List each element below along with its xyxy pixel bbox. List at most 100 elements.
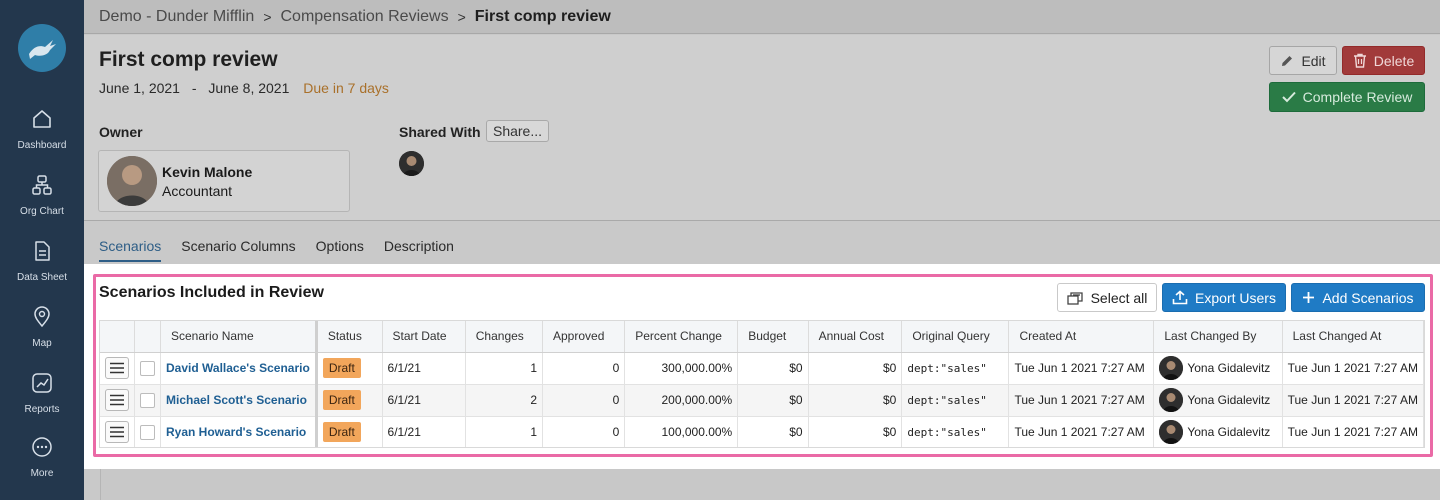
complete-review-button[interactable]: Complete Review: [1269, 82, 1425, 112]
created-at-cell: Tue Jun 1 2021 7:27 AM: [1008, 416, 1155, 447]
owner-card: Kevin Malone Accountant: [98, 150, 350, 212]
percent-change-cell: 200,000.00%: [624, 384, 739, 417]
delete-label: Delete: [1373, 52, 1415, 69]
breadcrumb-separator: >: [263, 8, 272, 25]
sidebar-item-label: Data Sheet: [16, 272, 68, 283]
sidebar-item-more[interactable]: More: [0, 436, 84, 492]
column-header[interactable]: Status: [316, 321, 383, 353]
scenario-name-link[interactable]: Michael Scott's Scenario: [166, 393, 307, 407]
hamburger-icon: [110, 394, 124, 406]
review-tabs: Scenarios Scenario Columns Options Descr…: [99, 238, 454, 262]
annual-cost-cell: $0: [808, 416, 903, 447]
row-checkbox[interactable]: [140, 392, 155, 408]
column-header[interactable]: Created At: [1008, 321, 1155, 353]
export-users-label: Export Users: [1195, 289, 1276, 306]
column-header[interactable]: Budget: [737, 321, 809, 353]
row-checkbox[interactable]: [140, 360, 155, 376]
panel-title: Scenarios Included in Review: [99, 284, 324, 301]
avatar[interactable]: [399, 151, 424, 176]
start-date-cell: 6/1/21: [382, 352, 466, 385]
avatar: [107, 156, 157, 206]
row-checkbox[interactable]: [140, 424, 155, 440]
annual-cost-cell: $0: [808, 352, 903, 385]
owner-name: Kevin Malone: [162, 164, 253, 180]
last-changed-at-cell: Tue Jun 1 2021 7:27 AM: [1282, 416, 1424, 447]
breadcrumb-item[interactable]: Compensation Reviews: [281, 8, 449, 26]
edit-button[interactable]: Edit: [1269, 46, 1337, 75]
breadcrumb-item[interactable]: Demo - Dunder Mifflin: [99, 8, 254, 26]
status-badge: Draft: [322, 358, 361, 378]
breadcrumb-current: First comp review: [474, 7, 611, 25]
breadcrumb-separator: >: [457, 8, 466, 25]
tab-options[interactable]: Options: [316, 238, 364, 262]
sidebar-item-label: Org Chart: [20, 206, 64, 217]
approved-cell: 0: [542, 384, 626, 417]
document-icon: [35, 241, 50, 261]
scenario-name-link[interactable]: Ryan Howard's Scenario: [166, 425, 306, 439]
row-menu-button[interactable]: [105, 421, 129, 443]
column-header[interactable]: Approved: [542, 321, 626, 353]
column-header[interactable]: Original Query: [901, 321, 1010, 353]
scenarios-table: Scenario Name Status Start Date Changes …: [99, 320, 1425, 448]
tab-description[interactable]: Description: [384, 238, 454, 262]
map-pin-icon: [34, 306, 50, 328]
breadcrumb: Demo - Dunder Mifflin > Compensation Rev…: [84, 0, 1440, 34]
tab-scenarios[interactable]: Scenarios: [99, 238, 162, 262]
budget-cell: $0: [737, 384, 809, 417]
upload-icon: [1172, 290, 1188, 305]
sidebar-item-data-sheet[interactable]: Data Sheet: [0, 240, 84, 296]
sidebar-item-label: Reports: [24, 404, 60, 415]
column-header[interactable]: Changes: [465, 321, 544, 353]
due-status: Due in 7 days: [303, 80, 389, 96]
tab-scenario-columns[interactable]: Scenario Columns: [181, 238, 295, 262]
start-date: June 1, 2021: [99, 80, 180, 96]
export-users-button[interactable]: Export Users: [1162, 283, 1286, 312]
delete-button[interactable]: Delete: [1342, 46, 1425, 75]
home-icon: [33, 110, 51, 128]
avatar: [1159, 420, 1184, 444]
sidebar-item-org-chart[interactable]: Org Chart: [0, 174, 84, 230]
shared-with-label: Shared With: [399, 124, 481, 140]
sidebar-item-label: More: [30, 468, 54, 479]
start-date-cell: 6/1/21: [382, 384, 466, 417]
review-dates: June 1, 2021 - June 8, 2021 Due in 7 day…: [99, 80, 389, 96]
column-header[interactable]: Percent Change: [624, 321, 739, 353]
sidebar-item-map[interactable]: Map: [0, 306, 84, 362]
original-query-cell: dept:"sales": [901, 352, 1010, 385]
column-header[interactable]: Last Changed By: [1153, 321, 1283, 353]
last-changed-at-cell: Tue Jun 1 2021 7:27 AM: [1282, 352, 1424, 385]
sidebar-item-dashboard[interactable]: Dashboard: [0, 108, 84, 164]
table-row: Michael Scott's Scenario Draft 6/1/21 2 …: [100, 384, 1424, 417]
hamburger-icon: [110, 426, 124, 438]
annual-cost-cell: $0: [808, 384, 903, 417]
column-header[interactable]: Scenario Name: [160, 321, 318, 353]
review-header: First comp review June 1, 2021 - June 8,…: [84, 35, 1440, 221]
dimmed-overlay-region: [100, 469, 1440, 500]
more-icon: [32, 437, 52, 457]
row-menu-button[interactable]: [105, 389, 129, 411]
table-row: David Wallace's Scenario Draft 6/1/21 1 …: [100, 352, 1424, 385]
changes-cell: 2: [465, 384, 544, 417]
add-scenarios-button[interactable]: Add Scenarios: [1291, 283, 1425, 312]
row-menu-button[interactable]: [105, 357, 129, 379]
avatar: [1159, 356, 1184, 380]
last-changed-at-cell: Tue Jun 1 2021 7:27 AM: [1282, 384, 1424, 417]
column-header[interactable]: Last Changed At: [1282, 321, 1424, 353]
sidebar-item-label: Map: [32, 338, 52, 349]
check-icon: [1281, 91, 1296, 103]
select-all-label: Select all: [1090, 289, 1148, 306]
share-button[interactable]: Share...: [486, 120, 549, 142]
changes-cell: 1: [465, 352, 544, 385]
column-header[interactable]: Annual Cost: [808, 321, 903, 353]
date-separator: -: [191, 80, 197, 96]
rabbit-logo-icon[interactable]: [18, 24, 66, 72]
scenario-name-link[interactable]: David Wallace's Scenario: [166, 361, 310, 375]
sidebar: Dashboard Org Chart Data Sheet Map Repor…: [0, 0, 84, 500]
status-badge: Draft: [322, 422, 361, 442]
select-all-icon: [1066, 291, 1083, 305]
sidebar-item-reports[interactable]: Reports: [0, 372, 84, 428]
sidebar-item-label: Dashboard: [17, 140, 67, 151]
column-header[interactable]: Start Date: [382, 321, 466, 353]
status-badge: Draft: [322, 390, 361, 410]
select-all-button[interactable]: Select all: [1057, 283, 1157, 312]
